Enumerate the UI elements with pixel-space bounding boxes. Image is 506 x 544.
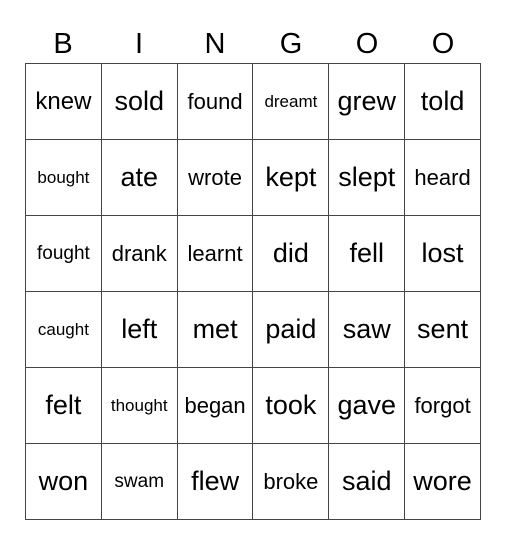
bingo-cell[interactable]: caught: [25, 291, 102, 368]
bingo-cell[interactable]: wore: [404, 443, 481, 520]
header-letter: B: [53, 28, 73, 60]
bingo-cell[interactable]: flew: [176, 443, 254, 520]
bingo-cell[interactable]: found: [176, 63, 254, 140]
bingo-cell[interactable]: took: [252, 367, 330, 444]
bingo-row: bought ate wrote kept slept heard: [25, 139, 481, 216]
bingo-cell[interactable]: saw: [328, 291, 406, 368]
header-letter: N: [204, 28, 226, 60]
header-letter: O: [355, 28, 379, 60]
header-letter: O: [431, 28, 455, 60]
bingo-cell[interactable]: heard: [404, 139, 481, 216]
bingo-cell[interactable]: thought: [100, 367, 178, 444]
bingo-cell[interactable]: forgot: [404, 367, 481, 444]
bingo-cell[interactable]: met: [176, 291, 254, 368]
bingo-cell[interactable]: did: [252, 215, 330, 292]
bingo-cell[interactable]: wrote: [176, 139, 254, 216]
bingo-cell[interactable]: learnt: [176, 215, 254, 292]
bingo-cell[interactable]: slept: [328, 139, 406, 216]
bingo-row: knew sold found dreamt grew told: [25, 63, 481, 140]
bingo-cell[interactable]: said: [328, 443, 406, 520]
bingo-cell[interactable]: bought: [25, 139, 102, 216]
header-letter: I: [134, 28, 144, 60]
bingo-cell[interactable]: felt: [25, 367, 102, 444]
bingo-cell[interactable]: left: [100, 291, 178, 368]
bingo-cell[interactable]: began: [176, 367, 254, 444]
bingo-cell[interactable]: sold: [100, 63, 178, 140]
bingo-cell[interactable]: swam: [100, 443, 178, 520]
bingo-cell[interactable]: fell: [328, 215, 406, 292]
bingo-header: B I N G O O: [25, 26, 481, 62]
bingo-cell[interactable]: drank: [100, 215, 178, 292]
bingo-cell[interactable]: told: [404, 63, 481, 140]
bingo-row: won swam flew broke said wore: [25, 443, 481, 520]
bingo-cell[interactable]: dreamt: [252, 63, 330, 140]
bingo-grid: knew sold found dreamt grew told bought ate wrot…: [25, 63, 481, 520]
bingo-cell[interactable]: broke: [252, 443, 330, 520]
header-letter: G: [279, 28, 303, 60]
bingo-row: felt thought began took gave forgot: [25, 367, 481, 444]
bingo-cell[interactable]: paid: [252, 291, 330, 368]
bingo-cell[interactable]: sent: [404, 291, 481, 368]
bingo-cell[interactable]: gave: [328, 367, 406, 444]
bingo-cell[interactable]: fought: [25, 215, 102, 292]
bingo-cell[interactable]: lost: [404, 215, 481, 292]
bingo-cell[interactable]: kept: [252, 139, 330, 216]
bingo-cell[interactable]: grew: [328, 63, 406, 140]
bingo-row: fought drank learnt did fell lost: [25, 215, 481, 292]
bingo-cell[interactable]: knew: [25, 63, 102, 140]
bingo-cell[interactable]: ate: [100, 139, 178, 216]
bingo-row: caught left met paid saw sent: [25, 291, 481, 368]
bingo-cell[interactable]: won: [25, 443, 102, 520]
